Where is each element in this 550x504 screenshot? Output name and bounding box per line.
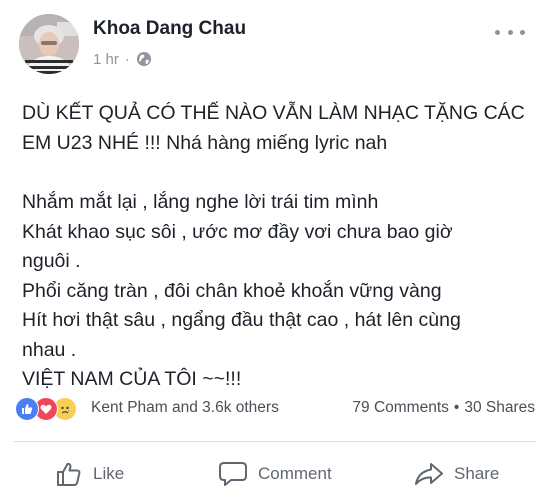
comment-label: Comment	[258, 464, 332, 483]
like-label: Like	[93, 464, 125, 483]
comments-count[interactable]: 79 Comments	[352, 399, 448, 417]
more-dot	[520, 29, 525, 35]
meta-separator: ·	[124, 50, 130, 68]
reaction-names[interactable]: Kent Pham and 3.6k others	[91, 399, 279, 417]
post-line: Nhắm mắt lại , lắng nghe lời trái tim mì…	[22, 191, 379, 213]
post-line: nguôi .	[22, 250, 81, 272]
avatar-photo	[19, 14, 79, 74]
action-bar: Like Comment Share	[0, 452, 550, 496]
divider	[14, 441, 536, 442]
reaction-icons[interactable]	[15, 396, 85, 421]
share-button[interactable]: Share	[414, 452, 499, 496]
share-label: Share	[454, 464, 500, 483]
avatar[interactable]	[19, 14, 79, 74]
engagement-counts: 79 Comments • 30 Shares	[352, 399, 535, 417]
post-line: nhau .	[22, 338, 77, 361]
post-line: VIỆT NAM CỦA TÔI ~~!!!	[22, 368, 242, 390]
author-name[interactable]: Khoa Dang Chau	[93, 18, 246, 40]
like-reaction-icon	[15, 397, 39, 421]
more-dot	[507, 29, 513, 35]
post-line: Hít hơi thật sâu , ngẩng đầu thật cao , …	[22, 309, 461, 331]
shares-count[interactable]: 30 Shares	[464, 399, 535, 417]
post-line: EM U23 NHÉ !!! Nhá hàng miếng lyric nah	[22, 131, 388, 154]
post-line: Phổi căng tràn , đôi chân khoẻ khoắn vữn…	[22, 279, 442, 302]
post-time[interactable]: 1 hr	[93, 51, 119, 68]
more-dots-icon	[495, 29, 500, 35]
like-button[interactable]: Like	[55, 452, 124, 496]
thumbs-up-icon	[57, 462, 81, 486]
post-meta: 1 hr ·	[93, 50, 152, 68]
comment-bubble-icon	[219, 462, 247, 486]
post-line: Khát khao sục sôi , ước mơ đầy vơi chưa …	[22, 220, 453, 243]
more-options-button[interactable]	[495, 24, 525, 40]
post-text: DÙ KẾT QUẢ CÓ THẾ NÀO VẪN LÀM NHẠC TẶNG …	[22, 99, 532, 395]
reactions-summary: Kent Pham and 3.6k others 79 Comments • …	[15, 396, 535, 421]
comment-button[interactable]: Comment	[218, 452, 332, 496]
globe-icon[interactable]	[136, 51, 152, 67]
facebook-post: Khoa Dang Chau 1 hr · DÙ KẾT QUẢ CÓ THẾ …	[0, 0, 550, 504]
share-arrow-icon	[415, 463, 443, 485]
post-line: DÙ KẾT QUẢ CÓ THẾ NÀO VẪN LÀM NHẠC TẶNG …	[22, 102, 525, 124]
count-separator: •	[453, 399, 460, 416]
